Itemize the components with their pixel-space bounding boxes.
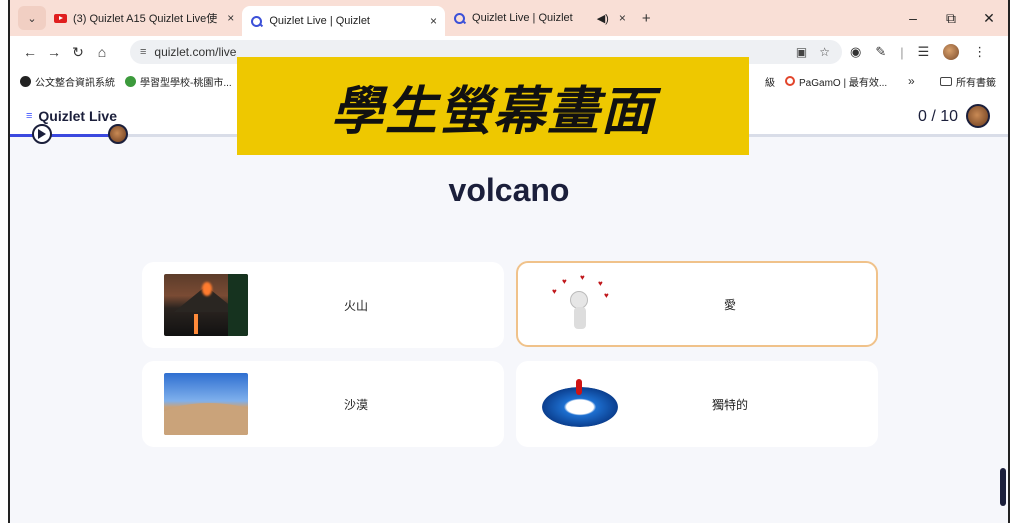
- answer-label: 沙漠: [343, 397, 368, 412]
- divider: |: [900, 44, 904, 60]
- media-controls-icon[interactable]: ☰: [918, 44, 930, 60]
- all-bookmarks-folder[interactable]: 所有書籤: [940, 74, 996, 89]
- site-info-icon[interactable]: ≡: [140, 46, 146, 58]
- restore-button[interactable]: ⧉: [932, 10, 970, 27]
- close-window-button[interactable]: ✕: [970, 10, 1008, 27]
- bookmark-label: 公文整合資訊系統: [35, 77, 115, 89]
- answer-option-unique[interactable]: 獨特的: [516, 361, 878, 447]
- close-tab-icon[interactable]: ×: [227, 11, 234, 25]
- tab-quizlet-live-active[interactable]: Quizlet Live | Quizlet ×: [242, 6, 446, 36]
- bookmark-favicon-icon: [125, 75, 136, 87]
- tab-strip: ⌄ (3) Quizlet A15 Quizlet Live使 × Quizle…: [10, 0, 1008, 36]
- flag-icon: [38, 129, 46, 139]
- bookmark-item-pagamo[interactable]: 級 PaGamO | 最有效...: [765, 74, 887, 89]
- bookmark-star-icon[interactable]: ☆: [819, 45, 830, 59]
- score-counter: 0 / 10: [917, 108, 958, 125]
- home-button[interactable]: ⌂: [90, 44, 114, 60]
- bookmark-item[interactable]: 公文整合資訊系統: [20, 74, 115, 89]
- desert-image: [164, 373, 248, 435]
- progress-fill: [10, 134, 120, 137]
- tab-title: (3) Quizlet A15 Quizlet Live使: [73, 13, 218, 25]
- start-flag-marker: [32, 124, 52, 144]
- quizlet-live-logo: ≡ Quizlet Live: [26, 108, 117, 124]
- browser-window: ⌄ (3) Quizlet A15 Quizlet Live使 × Quizle…: [8, 0, 1010, 523]
- bookmark-label: 學習型學校-桃園市...: [140, 77, 232, 89]
- bookmark-label-partial: 級: [765, 77, 775, 89]
- puzzle-icon[interactable]: ✎: [875, 44, 886, 60]
- answer-label: 火山: [343, 298, 368, 313]
- bookmark-favicon-icon: [20, 75, 31, 87]
- tab-youtube[interactable]: (3) Quizlet A15 Quizlet Live使 ×: [46, 4, 242, 32]
- window-controls: – ⧉ ✕: [894, 0, 1008, 36]
- pagamo-icon: [785, 76, 795, 86]
- bookmark-item[interactable]: 學習型學校-桃園市...: [125, 74, 232, 89]
- question-term: volcano: [448, 172, 570, 208]
- new-tab-button[interactable]: +: [642, 10, 651, 27]
- extensions-area: ◉ ✎ | ☰ ⋮: [850, 44, 986, 60]
- answer-option-love[interactable]: ♥ ♥ ♥ ♥ ♥ 愛: [516, 261, 878, 347]
- answer-label: 獨特的: [711, 397, 748, 412]
- scrollbar-thumb[interactable]: [1000, 468, 1006, 506]
- audio-playing-icon[interactable]: ◀): [597, 12, 609, 25]
- cast-icon[interactable]: ▣: [796, 45, 807, 59]
- omnibox-actions: ▣ ☆: [796, 45, 830, 59]
- forward-button[interactable]: →: [42, 44, 66, 60]
- answer-option-volcano[interactable]: 火山: [142, 262, 504, 348]
- address-text: quizlet.com/live: [154, 45, 237, 59]
- answer-label: 愛: [723, 297, 736, 312]
- quizlet-icon: [453, 12, 466, 25]
- tab-title: Quizlet Live | Quizlet: [269, 15, 370, 27]
- close-tab-icon[interactable]: ×: [619, 11, 626, 25]
- volcano-image: [164, 274, 248, 336]
- unique-crowd-image: [538, 373, 622, 435]
- student-screen-banner: 學生螢幕畫面: [237, 57, 749, 155]
- answer-option-desert[interactable]: 沙漠: [142, 361, 504, 447]
- back-button[interactable]: ←: [18, 44, 42, 60]
- youtube-icon: [54, 12, 67, 25]
- team-avatar: [966, 104, 990, 128]
- logo-text: Quizlet Live: [38, 108, 117, 124]
- tab-quizlet-live[interactable]: Quizlet Live | Quizlet ◀) ×: [445, 4, 634, 32]
- love-figure-image: ♥ ♥ ♥ ♥ ♥: [540, 273, 624, 335]
- tab-title: Quizlet Live | Quizlet: [472, 12, 573, 24]
- quizlet-logo-icon: ≡: [26, 110, 33, 122]
- close-tab-icon[interactable]: ×: [430, 14, 437, 28]
- folder-icon: [940, 76, 952, 86]
- tab-search-button[interactable]: ⌄: [18, 6, 46, 30]
- reload-button[interactable]: ↻: [66, 44, 90, 61]
- quizlet-icon: [250, 15, 263, 28]
- profile-avatar[interactable]: [943, 44, 960, 60]
- more-bookmarks-button[interactable]: »: [908, 74, 915, 88]
- folder-label: 所有書籤: [956, 77, 996, 89]
- team-position-avatar: [108, 124, 128, 144]
- menu-icon[interactable]: ⋮: [973, 44, 986, 60]
- minimize-button[interactable]: –: [894, 10, 932, 26]
- bookmark-label: PaGamO | 最有效...: [799, 77, 888, 89]
- extension-icon[interactable]: ◉: [850, 44, 861, 60]
